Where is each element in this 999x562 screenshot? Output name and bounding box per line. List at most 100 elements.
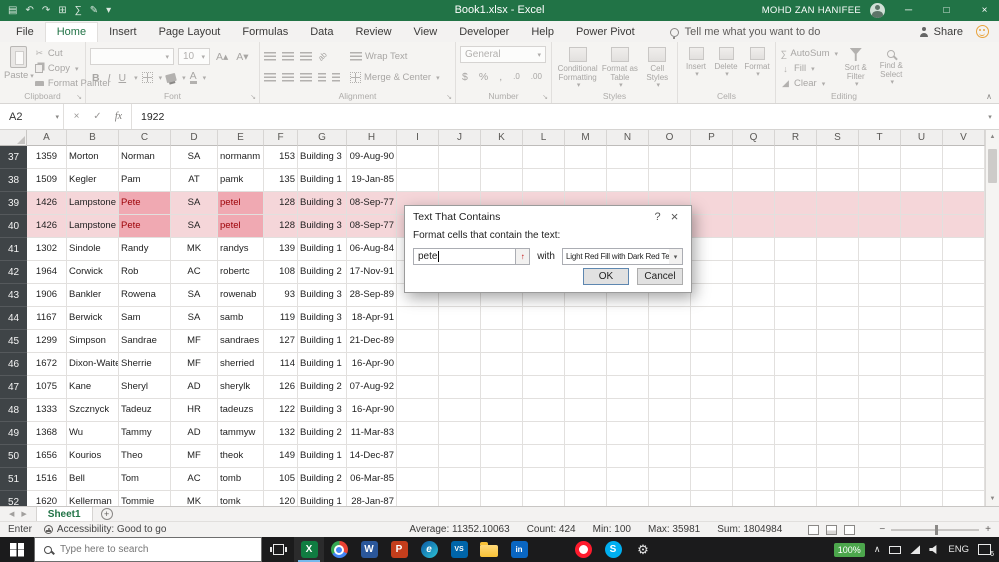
cell-H48[interactable]: 16-Apr-90 bbox=[347, 399, 397, 422]
cell-L48[interactable] bbox=[523, 399, 565, 422]
cell-V50[interactable] bbox=[943, 445, 985, 468]
cell-N50[interactable] bbox=[607, 445, 649, 468]
cell-Q44[interactable] bbox=[733, 307, 775, 330]
cell-G52[interactable]: Building 1 bbox=[298, 491, 347, 506]
cell-Q49[interactable] bbox=[733, 422, 775, 445]
cell-U48[interactable] bbox=[901, 399, 943, 422]
cell-R45[interactable] bbox=[775, 330, 817, 353]
cell-S46[interactable] bbox=[817, 353, 859, 376]
row-header-52[interactable]: 52 bbox=[0, 491, 27, 506]
cell-Q38[interactable] bbox=[733, 169, 775, 192]
cell-B37[interactable]: Morton bbox=[67, 146, 119, 169]
cell-B38[interactable]: Kegler bbox=[67, 169, 119, 192]
cell-U47[interactable] bbox=[901, 376, 943, 399]
column-header-C[interactable]: C bbox=[119, 130, 171, 146]
cell-Q45[interactable] bbox=[733, 330, 775, 353]
column-header-S[interactable]: S bbox=[817, 130, 859, 146]
cell-H50[interactable]: 14-Dec-87 bbox=[347, 445, 397, 468]
cell-Q46[interactable] bbox=[733, 353, 775, 376]
cell-K48[interactable] bbox=[481, 399, 523, 422]
format-as-table-button[interactable]: Format as Table ▾ bbox=[601, 46, 638, 90]
cell-V49[interactable] bbox=[943, 422, 985, 445]
cell-T48[interactable] bbox=[859, 399, 901, 422]
cell-G45[interactable]: Building 1 bbox=[298, 330, 347, 353]
cell-O49[interactable] bbox=[649, 422, 691, 445]
cell-I45[interactable] bbox=[397, 330, 439, 353]
column-header-B[interactable]: B bbox=[67, 130, 119, 146]
cell-D50[interactable]: MF bbox=[171, 445, 218, 468]
cell-V44[interactable] bbox=[943, 307, 985, 330]
cell-V52[interactable] bbox=[943, 491, 985, 506]
cell-L46[interactable] bbox=[523, 353, 565, 376]
cell-L51[interactable] bbox=[523, 468, 565, 491]
cell-M46[interactable] bbox=[565, 353, 607, 376]
previous-sheet-icon[interactable]: ◀ bbox=[9, 510, 14, 518]
cell-C40[interactable]: Pete bbox=[119, 215, 171, 238]
tab-view[interactable]: View bbox=[403, 23, 449, 42]
cell-F46[interactable]: 114 bbox=[264, 353, 298, 376]
cell-C48[interactable]: Tadeuz bbox=[119, 399, 171, 422]
battery-status-badge[interactable]: 100% bbox=[833, 542, 865, 557]
cell-B49[interactable]: Wu bbox=[67, 422, 119, 445]
cell-O51[interactable] bbox=[649, 468, 691, 491]
alignment-dialog-launcher-icon[interactable]: ↘ bbox=[446, 93, 452, 101]
cell-O37[interactable] bbox=[649, 146, 691, 169]
taskbar-edge-button[interactable] bbox=[414, 537, 444, 562]
cell-K38[interactable] bbox=[481, 169, 523, 192]
cell-F52[interactable]: 120 bbox=[264, 491, 298, 506]
cell-A44[interactable]: 1167 bbox=[27, 307, 67, 330]
cell-T46[interactable] bbox=[859, 353, 901, 376]
maximize-button[interactable]: □ bbox=[932, 0, 961, 21]
enter-entry-icon[interactable]: ✓ bbox=[87, 111, 108, 122]
cell-styles-button[interactable]: Cell Styles ▾ bbox=[641, 46, 674, 90]
cell-D42[interactable]: AC bbox=[171, 261, 218, 284]
cell-I37[interactable] bbox=[397, 146, 439, 169]
align-bottom-icon[interactable] bbox=[300, 52, 312, 61]
cell-P42[interactable] bbox=[691, 261, 733, 284]
cell-D47[interactable]: AD bbox=[171, 376, 218, 399]
cell-G43[interactable]: Building 3 bbox=[298, 284, 347, 307]
cell-H40[interactable]: 08-Sep-77 bbox=[347, 215, 397, 238]
cell-R43[interactable] bbox=[775, 284, 817, 307]
cell-Q40[interactable] bbox=[733, 215, 775, 238]
column-header-M[interactable]: M bbox=[565, 130, 607, 146]
cell-Q50[interactable] bbox=[733, 445, 775, 468]
cell-R47[interactable] bbox=[775, 376, 817, 399]
tab-file[interactable]: File bbox=[5, 23, 45, 42]
cell-J45[interactable] bbox=[439, 330, 481, 353]
cell-G48[interactable]: Building 3 bbox=[298, 399, 347, 422]
cell-O47[interactable] bbox=[649, 376, 691, 399]
cell-S41[interactable] bbox=[817, 238, 859, 261]
dialog-close-button[interactable]: × bbox=[666, 209, 683, 224]
tab-page-layout[interactable]: Page Layout bbox=[148, 23, 232, 42]
select-all-button[interactable] bbox=[0, 130, 27, 146]
bold-button[interactable]: B bbox=[90, 72, 102, 84]
cell-R41[interactable] bbox=[775, 238, 817, 261]
cell-G37[interactable]: Building 3 bbox=[298, 146, 347, 169]
cell-F43[interactable]: 93 bbox=[264, 284, 298, 307]
cell-G46[interactable]: Building 1 bbox=[298, 353, 347, 376]
cell-F50[interactable]: 149 bbox=[264, 445, 298, 468]
cell-P48[interactable] bbox=[691, 399, 733, 422]
cell-V42[interactable] bbox=[943, 261, 985, 284]
ok-button[interactable]: OK bbox=[583, 268, 629, 285]
cell-U51[interactable] bbox=[901, 468, 943, 491]
zoom-in-icon[interactable]: + bbox=[985, 524, 991, 535]
align-center-icon[interactable] bbox=[282, 73, 294, 82]
conditional-formatting-button[interactable]: Conditional Formatting ▾ bbox=[556, 46, 599, 90]
cell-U52[interactable] bbox=[901, 491, 943, 506]
tab-data[interactable]: Data bbox=[299, 23, 344, 42]
cell-N45[interactable] bbox=[607, 330, 649, 353]
tab-formulas[interactable]: Formulas bbox=[231, 23, 299, 42]
cell-I44[interactable] bbox=[397, 307, 439, 330]
row-header-43[interactable]: 43 bbox=[0, 284, 27, 307]
tell-me-box[interactable]: Tell me what you want to do bbox=[669, 26, 820, 42]
cell-L44[interactable] bbox=[523, 307, 565, 330]
cell-V43[interactable] bbox=[943, 284, 985, 307]
cell-F49[interactable]: 132 bbox=[264, 422, 298, 445]
column-header-G[interactable]: G bbox=[298, 130, 347, 146]
column-header-V[interactable]: V bbox=[943, 130, 985, 146]
align-right-icon[interactable] bbox=[300, 73, 312, 82]
cell-R52[interactable] bbox=[775, 491, 817, 506]
find-select-button[interactable]: Find & Select ▾ bbox=[874, 46, 910, 91]
